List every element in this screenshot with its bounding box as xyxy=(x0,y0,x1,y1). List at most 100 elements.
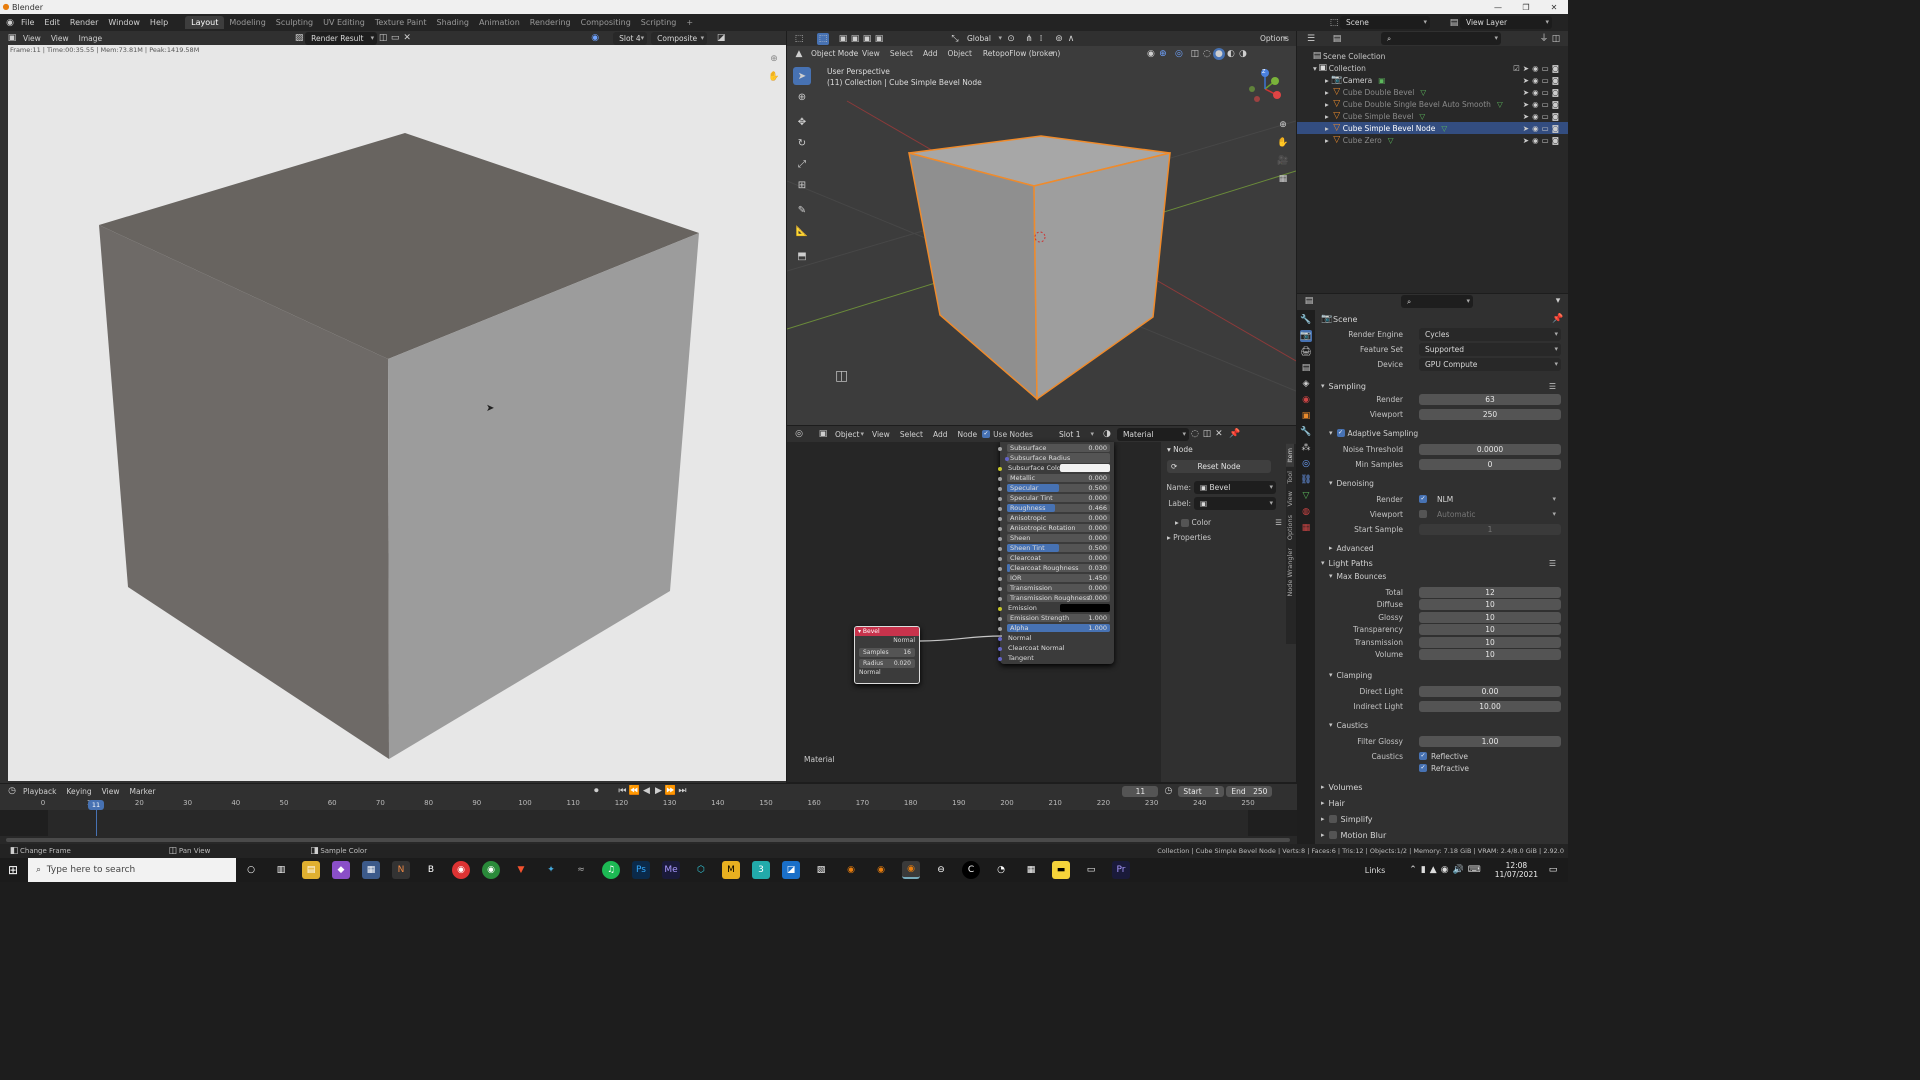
noise-threshold-field[interactable]: 0.0000 xyxy=(1419,443,1561,455)
ortho-toggle-icon[interactable]: ▦ xyxy=(1277,173,1289,185)
node-select-menu[interactable]: Select xyxy=(895,430,928,439)
color-checkbox[interactable] xyxy=(1181,518,1190,527)
add-workspace-button[interactable]: + xyxy=(681,18,698,27)
app-wave-icon[interactable]: ≈ xyxy=(572,861,590,879)
render-tab-icon[interactable]: 📷 xyxy=(1300,330,1312,342)
view-layer-tab-icon[interactable]: ▤ xyxy=(1300,362,1312,374)
app-b-icon[interactable]: B xyxy=(422,861,440,879)
mode-dropdown[interactable]: Object Mode xyxy=(805,47,858,60)
light-paths-panel-presets-icon[interactable]: ☰ xyxy=(1549,559,1556,568)
render-engine-dropdown[interactable]: Cycles xyxy=(1419,327,1561,341)
bsdf-input-row[interactable]: Emission Strength 1.000 xyxy=(998,613,1114,623)
bsdf-input-row[interactable]: Transmission Roughness 0.000 xyxy=(998,593,1114,603)
measure-tool-icon[interactable]: 📐 xyxy=(793,222,811,240)
expand-arrow-icon[interactable]: ▸ xyxy=(1325,76,1329,85)
mesh-data-icon[interactable]: ▽ xyxy=(1419,112,1425,121)
select-mode-new-icon[interactable]: ▣ xyxy=(837,33,849,45)
physics-tab-icon[interactable]: ◎ xyxy=(1300,458,1312,470)
bevel-radius-field[interactable]: Radius 0.020 xyxy=(859,659,915,668)
shading-wire-icon[interactable]: ◌ xyxy=(1201,48,1213,60)
output-tab-icon[interactable]: 🖨 xyxy=(1300,346,1312,358)
image-view-menu[interactable]: View xyxy=(46,34,74,43)
data-tab-icon[interactable]: ▽ xyxy=(1300,490,1312,502)
bsdf-input-row[interactable]: Specular 0.500 xyxy=(998,483,1114,493)
prev-key-icon[interactable]: ⏪ xyxy=(628,785,640,797)
bounce-2-field[interactable]: 10 xyxy=(1419,611,1561,623)
scale-tool-icon[interactable]: ⤢ xyxy=(793,155,811,173)
timeline-track[interactable]: 0102030405060708090100110120130140150160… xyxy=(0,798,1297,844)
falloff-icon[interactable]: ∧ xyxy=(1065,33,1077,45)
input-socket-icon[interactable] xyxy=(998,547,1002,551)
marker-menu[interactable]: Marker xyxy=(124,787,160,796)
expand-arrow-icon[interactable]: ▸ xyxy=(1325,124,1329,133)
world-tab-icon[interactable]: ◉ xyxy=(1300,394,1312,406)
close-button[interactable]: ✕ xyxy=(1540,3,1568,12)
bsdf-input-row[interactable]: Clearcoat Roughness 0.030 xyxy=(998,563,1114,573)
outliner-item[interactable]: ▸ ▽ Cube Simple Bevel Node ▽ ➤◉▭◙ xyxy=(1297,122,1568,134)
scene-collection-row[interactable]: ▤ Scene Collection xyxy=(1297,50,1568,62)
menu-help[interactable]: Help xyxy=(145,18,173,27)
color-expand-icon[interactable]: ▸ xyxy=(1175,518,1179,527)
input-socket-icon[interactable] xyxy=(998,607,1002,611)
color-swatch[interactable] xyxy=(1060,604,1110,612)
denoising-panel[interactable]: ▾ Denoising xyxy=(1317,477,1568,489)
input-socket-icon[interactable] xyxy=(998,497,1002,501)
links-toolbar[interactable]: Links xyxy=(1365,866,1386,875)
input-socket-icon[interactable] xyxy=(1005,457,1009,461)
modifier-tab-icon[interactable]: 🔧 xyxy=(1300,426,1312,438)
select-mode-subtract-icon[interactable]: ▣ xyxy=(861,33,873,45)
tab-rendering[interactable]: Rendering xyxy=(525,18,576,27)
caustics-reflective-checkbox[interactable]: ✓ xyxy=(1419,752,1427,760)
shading-solid-icon[interactable]: ● xyxy=(1212,47,1225,60)
tab-tool[interactable]: Tool xyxy=(1286,467,1294,488)
jump-start-icon[interactable]: ⏮ xyxy=(616,785,628,797)
add-cube-tool-icon[interactable]: ⬒ xyxy=(793,247,811,265)
shader-type-dropdown[interactable]: Object xyxy=(829,428,867,441)
render-samples-field[interactable]: 63 xyxy=(1419,393,1561,405)
timeline-view-menu[interactable]: View xyxy=(97,787,125,796)
denoise-viewport-checkbox[interactable] xyxy=(1419,510,1427,518)
input-socket-icon[interactable] xyxy=(998,557,1002,561)
viewport-samples-field[interactable]: 250 xyxy=(1419,408,1561,420)
visibility-toggles[interactable]: ➤◉▭◙ xyxy=(1523,76,1562,85)
play-icon[interactable]: ▶ xyxy=(652,785,664,797)
input-socket-icon[interactable] xyxy=(998,567,1002,571)
max-bounces-panel[interactable]: ▾ Max Bounces xyxy=(1317,570,1568,582)
windows-start-icon[interactable]: ⊞ xyxy=(4,861,22,879)
render-canvas[interactable]: Frame:11 | Time:00:35.55 | Mem:73.81M | … xyxy=(8,45,786,781)
outlook-icon[interactable]: ◪ xyxy=(782,861,800,879)
select-mode-extend-icon[interactable]: ▣ xyxy=(849,33,861,45)
constraints-tab-icon[interactable]: ⛓ xyxy=(1300,474,1312,486)
outliner-search[interactable]: ⌕ xyxy=(1381,32,1501,45)
nuke-icon[interactable]: N xyxy=(392,861,410,879)
min-samples-field[interactable]: 0 xyxy=(1419,458,1561,470)
visibility-toggles[interactable]: ➤◉▭◙ xyxy=(1523,124,1562,133)
image-browse-icon[interactable]: ▨ xyxy=(293,32,305,44)
simplify-panel[interactable]: ▸ Simplify xyxy=(1317,812,1568,826)
new-collection-icon[interactable]: ◫ xyxy=(1550,33,1562,45)
simplify-panel-checkbox[interactable] xyxy=(1328,815,1337,823)
image-open-icon[interactable]: ▭ xyxy=(389,32,401,44)
menu-edit[interactable]: Edit xyxy=(39,18,65,27)
shading-rendered-icon[interactable]: ◑ xyxy=(1237,48,1249,60)
tab-options[interactable]: Options xyxy=(1286,511,1294,544)
tab-animation[interactable]: Animation xyxy=(474,18,525,27)
xray-icon[interactable]: ◫ xyxy=(1189,48,1201,60)
properties-type-icon[interactable]: ▤ xyxy=(1303,295,1315,307)
app-cube-icon[interactable]: ⬡ xyxy=(692,861,710,879)
retopoflow-menu[interactable]: RetopoFlow (broken) xyxy=(977,47,1060,60)
clamping-panel[interactable]: ▾ Clamping xyxy=(1317,669,1568,681)
mesh-data-icon[interactable]: ▽ xyxy=(1497,100,1503,109)
viewport-editor-type-icon[interactable]: ⬚ xyxy=(793,33,805,45)
scene-tab-icon[interactable]: ◈ xyxy=(1300,378,1312,390)
bsdf-input-row[interactable]: Specular Tint 0.000 xyxy=(998,493,1114,503)
input-socket-icon[interactable] xyxy=(998,647,1002,651)
end-frame-field[interactable]: End 250 xyxy=(1226,785,1273,797)
bsdf-input-row[interactable]: Anisotropic Rotation 0.000 xyxy=(998,523,1114,533)
snap-icon[interactable]: ⋔ xyxy=(1023,33,1035,45)
pivot-icon[interactable]: ⊙ xyxy=(1005,33,1017,45)
blender-taskbar-icon-2[interactable]: ◉ xyxy=(872,861,890,879)
snap-target-icon[interactable]: ⁞ xyxy=(1035,33,1047,45)
chrome-icon[interactable]: ◉ xyxy=(452,861,470,879)
display-mode-icon[interactable]: ▤ xyxy=(1331,33,1343,45)
